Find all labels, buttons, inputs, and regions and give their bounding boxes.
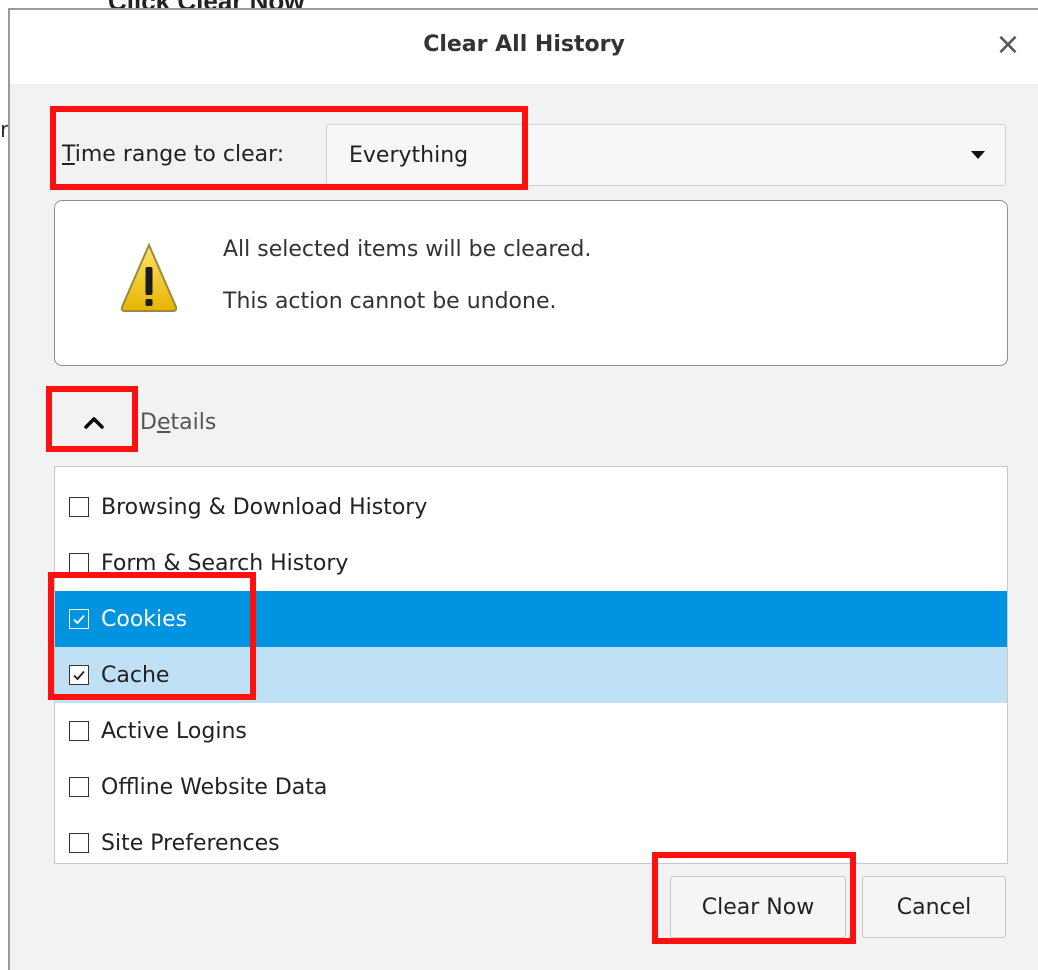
list-item-cookies[interactable]: Cookies	[55, 591, 1007, 647]
checkbox[interactable]	[69, 777, 89, 797]
list-item-label: Cache	[101, 662, 170, 688]
checkbox[interactable]	[69, 609, 89, 629]
list-item-form-search-history[interactable]: Form & Search History	[55, 535, 1007, 591]
list-item-label: Browsing & Download History	[101, 494, 428, 520]
warning-line-1: All selected items will be cleared.	[223, 237, 592, 262]
checkbox[interactable]	[69, 497, 89, 517]
dropdown-arrow-icon	[971, 151, 985, 159]
list-item-label: Form & Search History	[101, 550, 349, 576]
list-item-label: Active Logins	[101, 718, 247, 744]
close-icon[interactable]: ×	[992, 27, 1024, 62]
details-label-pre: D	[140, 410, 157, 435]
checkmark-icon	[73, 670, 85, 681]
checkbox[interactable]	[69, 665, 89, 685]
checkbox[interactable]	[69, 721, 89, 741]
time-range-select[interactable]: Everything	[326, 124, 1006, 186]
background-edge	[0, 0, 8, 970]
dialog-title: Clear All History	[423, 32, 625, 57]
history-items-list: Browsing & Download History Form & Searc…	[54, 466, 1008, 864]
time-range-label: Time range to clear:	[62, 142, 284, 167]
checkbox[interactable]	[69, 553, 89, 573]
cancel-button[interactable]: Cancel	[862, 876, 1006, 938]
warning-line-2: This action cannot be undone.	[223, 289, 557, 314]
list-item-label: Cookies	[101, 606, 188, 632]
list-item-offline-website-data[interactable]: Offline Website Data	[55, 759, 1007, 815]
list-item-label: Site Preferences	[101, 830, 280, 856]
time-range-label-rest: ime range to clear:	[74, 142, 285, 167]
checkmark-icon	[73, 614, 85, 625]
list-item-label: Offline Website Data	[101, 774, 328, 800]
time-range-value: Everything	[349, 143, 469, 168]
details-label: Details	[140, 410, 216, 435]
list-item-site-preferences[interactable]: Site Preferences	[55, 815, 1007, 863]
list-item-active-logins[interactable]: Active Logins	[55, 703, 1007, 759]
list-item-browsing-download-history[interactable]: Browsing & Download History	[55, 479, 1007, 535]
details-label-post: tails	[170, 410, 217, 435]
dialog-titlebar: Clear All History ×	[10, 10, 1038, 84]
warning-box: All selected items will be cleared. This…	[54, 200, 1008, 366]
clear-now-button[interactable]: Clear Now	[670, 876, 846, 938]
warning-triangle-icon	[120, 242, 178, 312]
details-collapse-button[interactable]	[56, 392, 132, 454]
time-range-label-accel: T	[62, 142, 75, 167]
checkbox[interactable]	[69, 833, 89, 853]
clear-history-dialog: Clear All History × Time range to clear:…	[8, 8, 1038, 970]
list-item-cache[interactable]: Cache	[55, 647, 1007, 703]
chevron-up-icon	[84, 417, 104, 429]
details-label-accel: e	[156, 410, 171, 435]
